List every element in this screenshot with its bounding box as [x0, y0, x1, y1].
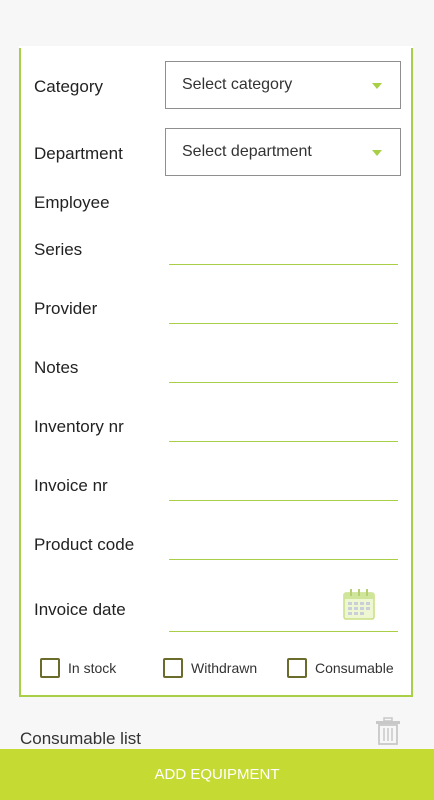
- invoice-nr-label: Invoice nr: [34, 476, 108, 495]
- add-equipment-button[interactable]: ADD EQUIPMENT: [0, 749, 434, 800]
- department-select[interactable]: Select department: [165, 128, 401, 176]
- withdrawn-label: Withdrawn: [191, 660, 258, 676]
- trash-icon[interactable]: [374, 716, 402, 746]
- category-label: Category: [34, 77, 103, 96]
- notes-input[interactable]: [169, 352, 398, 383]
- chevron-down-icon: [372, 83, 382, 89]
- equipment-form-card: Category Select category Department Sele…: [19, 46, 413, 697]
- in-stock-label: In stock: [68, 660, 117, 676]
- employee-label: Employee: [34, 193, 110, 212]
- inventory-nr-input[interactable]: [169, 411, 398, 442]
- series-label: Series: [34, 240, 83, 259]
- product-code-input[interactable]: [169, 529, 398, 560]
- checkbox-box[interactable]: [287, 658, 307, 678]
- provider-input[interactable]: [169, 293, 398, 324]
- consumable-list-heading: Consumable list: [20, 729, 141, 748]
- department-select-value: Select department: [182, 143, 312, 160]
- invoice-nr-input[interactable]: [169, 470, 398, 501]
- checkbox-box[interactable]: [163, 658, 183, 678]
- inventory-nr-label: Inventory nr: [34, 417, 124, 436]
- invoice-date-input[interactable]: [169, 589, 398, 632]
- category-select[interactable]: Select category: [165, 61, 401, 109]
- checkbox-box[interactable]: [40, 658, 60, 678]
- department-label: Department: [34, 144, 123, 163]
- provider-label: Provider: [34, 299, 98, 318]
- chevron-down-icon: [372, 150, 382, 156]
- product-code-label: Product code: [34, 535, 135, 554]
- withdrawn-checkbox[interactable]: Withdrawn: [163, 658, 257, 678]
- consumable-checkbox[interactable]: Consumable: [287, 658, 394, 678]
- consumable-label: Consumable: [315, 660, 394, 676]
- series-input[interactable]: [169, 234, 398, 265]
- invoice-date-label: Invoice date: [34, 600, 126, 619]
- calendar-icon[interactable]: [342, 587, 376, 621]
- notes-label: Notes: [34, 358, 79, 377]
- in-stock-checkbox[interactable]: In stock: [40, 658, 116, 678]
- status-checkbox-group: In stock Withdrawn Consumable: [40, 658, 410, 680]
- category-select-value: Select category: [182, 76, 293, 93]
